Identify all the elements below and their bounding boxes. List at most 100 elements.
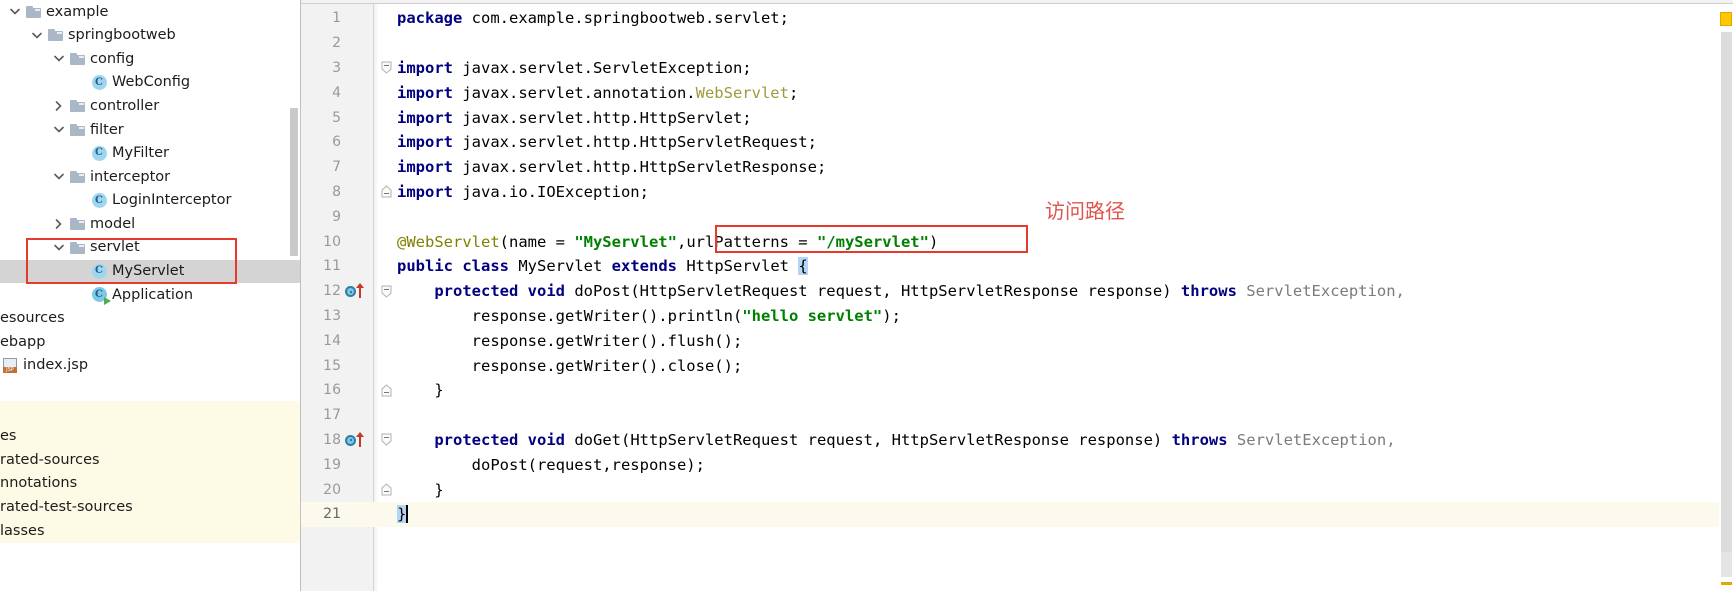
tree-item-es[interactable]: es: [0, 424, 300, 449]
code-line-20[interactable]: 20 }: [301, 477, 1719, 502]
tree-item-logininterceptor[interactable]: C LoginInterceptor: [0, 189, 300, 213]
tree-item-config[interactable]: config: [0, 47, 300, 71]
tree-item-label: rated-test-sources: [0, 499, 133, 516]
tree-item-controller[interactable]: controller: [0, 94, 300, 118]
tree-expand-arrow[interactable]: [50, 173, 67, 181]
statement-end: );: [882, 306, 901, 325]
tree-item-example[interactable]: example: [0, 0, 300, 24]
tree-item-servlet[interactable]: servlet: [0, 236, 300, 260]
tree-expand-arrow[interactable]: [50, 244, 67, 251]
code-line-9[interactable]: 9: [301, 204, 1719, 229]
tree-item-lasses[interactable]: lasses: [0, 519, 300, 543]
tree-expand-arrow[interactable]: [50, 101, 67, 111]
code-line-11[interactable]: 11 public class MyServlet extends HttpSe…: [301, 254, 1719, 279]
keyword-protected: protected: [434, 282, 519, 301]
tree-item-esources[interactable]: esources: [0, 307, 300, 331]
code-line-13[interactable]: 13 response.getWriter().println("hello s…: [301, 304, 1719, 329]
keyword-void: void: [527, 430, 565, 449]
tree-item-rated-test-sources[interactable]: rated-test-sources: [0, 495, 300, 520]
code-line-12[interactable]: 12 protected void doPost(HttpServletRequ…: [301, 279, 1719, 304]
tree-item-application[interactable]: C Application: [0, 283, 300, 307]
java-class-icon: C: [89, 145, 109, 161]
fold-end-icon[interactable]: [379, 180, 393, 205]
tree-item-label: index.jsp: [23, 357, 89, 374]
semicolon: ;: [788, 83, 799, 102]
code-line-7[interactable]: 7 import javax.servlet.http.HttpServletR…: [301, 155, 1719, 180]
keyword-public: public: [397, 257, 453, 276]
code-line-15[interactable]: 15 response.getWriter().close();: [301, 353, 1719, 378]
tree-item-nnotations[interactable]: nnotations: [0, 471, 300, 496]
line-content: import java.io.IOException;: [301, 183, 649, 201]
tree-item-blank[interactable]: [0, 378, 300, 402]
code-line-10[interactable]: 10 @WebServlet(name = "MyServlet",urlPat…: [301, 229, 1719, 254]
tree-item-index-jsp[interactable]: JSP index.jsp: [0, 354, 300, 378]
fold-start-icon[interactable]: [379, 56, 393, 81]
tree-item-myfilter[interactable]: C MyFilter: [0, 142, 300, 166]
project-tree[interactable]: example springbootweb config C WebConfig cont…: [0, 0, 300, 543]
tree-item-rated-sources[interactable]: rated-sources: [0, 448, 300, 472]
tree-item-blank[interactable]: [0, 401, 300, 425]
tree-expand-arrow[interactable]: [50, 126, 67, 133]
java-class-icon: C: [89, 75, 109, 91]
tree-item-label: springbootweb: [68, 27, 176, 44]
keyword-class: class: [462, 257, 510, 276]
tree-expand-arrow[interactable]: [50, 219, 67, 229]
code-line-21[interactable]: 21 }: [301, 501, 1719, 527]
overriding-method-icon[interactable]: [345, 283, 371, 299]
line-number: 13: [323, 307, 341, 324]
keyword-import: import: [397, 58, 453, 77]
tree-item-label: esources: [0, 310, 65, 327]
tree-item-filter[interactable]: filter: [0, 118, 300, 142]
tree-item-model[interactable]: model: [0, 212, 300, 236]
code-line-2[interactable]: 2: [301, 31, 1719, 56]
editor-scrollbar-thumb[interactable]: [1721, 32, 1732, 552]
line-number: 3: [332, 59, 341, 76]
code-line-5[interactable]: 5 import javax.servlet.http.HttpServlet;: [301, 105, 1719, 130]
tree-item-interceptor[interactable]: interceptor: [0, 165, 300, 189]
error-stripe-panel[interactable]: [1719, 4, 1733, 591]
line-content: protected void doPost(HttpServletRequest…: [301, 282, 1405, 300]
folder-icon: [67, 218, 87, 231]
tree-expand-arrow[interactable]: [50, 55, 67, 63]
line-number: 11: [323, 258, 341, 275]
tree-item-ebapp[interactable]: ebapp: [0, 330, 300, 354]
import-path: javax.servlet.http.HttpServlet;: [453, 108, 752, 127]
fold-end-icon[interactable]: [379, 477, 393, 502]
code-line-1[interactable]: 1 package com.example.springbootweb.serv…: [301, 6, 1719, 31]
code-line-16[interactable]: 16 }: [301, 378, 1719, 403]
editor-area[interactable]: 1 package com.example.springbootweb.serv…: [300, 0, 1733, 591]
code-line-6[interactable]: 6 import javax.servlet.http.HttpServletR…: [301, 130, 1719, 155]
project-tool-window[interactable]: example springbootweb config C WebConfig cont…: [0, 0, 300, 591]
gutter-marker[interactable]: [345, 279, 375, 304]
line-content: import javax.servlet.ServletException;: [301, 59, 752, 77]
fold-start-icon[interactable]: [379, 279, 393, 304]
fold-start-icon[interactable]: [379, 428, 393, 453]
import-path: javax.servlet.http.HttpServletResponse;: [453, 158, 827, 177]
code-line-17[interactable]: 17: [301, 403, 1719, 428]
hello-servlet-string: "hello servlet": [742, 306, 883, 325]
fold-end-icon[interactable]: [379, 378, 393, 403]
code-line-4[interactable]: 4 import javax.servlet.annotation.WebSer…: [301, 80, 1719, 105]
tree-vertical-scrollbar[interactable]: [290, 108, 298, 256]
line-content: response.getWriter().flush();: [397, 331, 743, 350]
tree-expand-arrow[interactable]: [28, 32, 45, 39]
tree-item-springbootweb[interactable]: springbootweb: [0, 24, 300, 48]
code-line-18[interactable]: 18 protected void doGet(HttpServletReque…: [301, 428, 1719, 453]
code-lines[interactable]: 1 package com.example.springbootweb.serv…: [301, 6, 1719, 591]
tree-item-label: servlet: [90, 239, 140, 256]
tree-item-webconfig[interactable]: C WebConfig: [0, 71, 300, 95]
code-line-14[interactable]: 14 response.getWriter().flush();: [301, 328, 1719, 353]
code-line-3[interactable]: 3 import javax.servlet.ServletException;: [301, 56, 1719, 81]
error-stripe-mark[interactable]: [1721, 582, 1732, 585]
code-line-8[interactable]: 8 import java.io.IOException;: [301, 180, 1719, 205]
tree-item-myservlet[interactable]: C MyServlet: [0, 259, 300, 284]
overriding-method-icon[interactable]: [345, 431, 371, 448]
gutter-marker[interactable]: [345, 428, 375, 453]
line-number: 15: [323, 357, 341, 374]
tree-expand-arrow[interactable]: [6, 8, 23, 15]
keyword-import: import: [397, 158, 453, 177]
import-path: javax.servlet.ServletException;: [453, 58, 752, 77]
inspection-status-badge[interactable]: [1720, 12, 1732, 26]
jsp-file-icon: JSP: [0, 358, 20, 374]
code-line-19[interactable]: 19 doPost(request,response);: [301, 452, 1719, 477]
